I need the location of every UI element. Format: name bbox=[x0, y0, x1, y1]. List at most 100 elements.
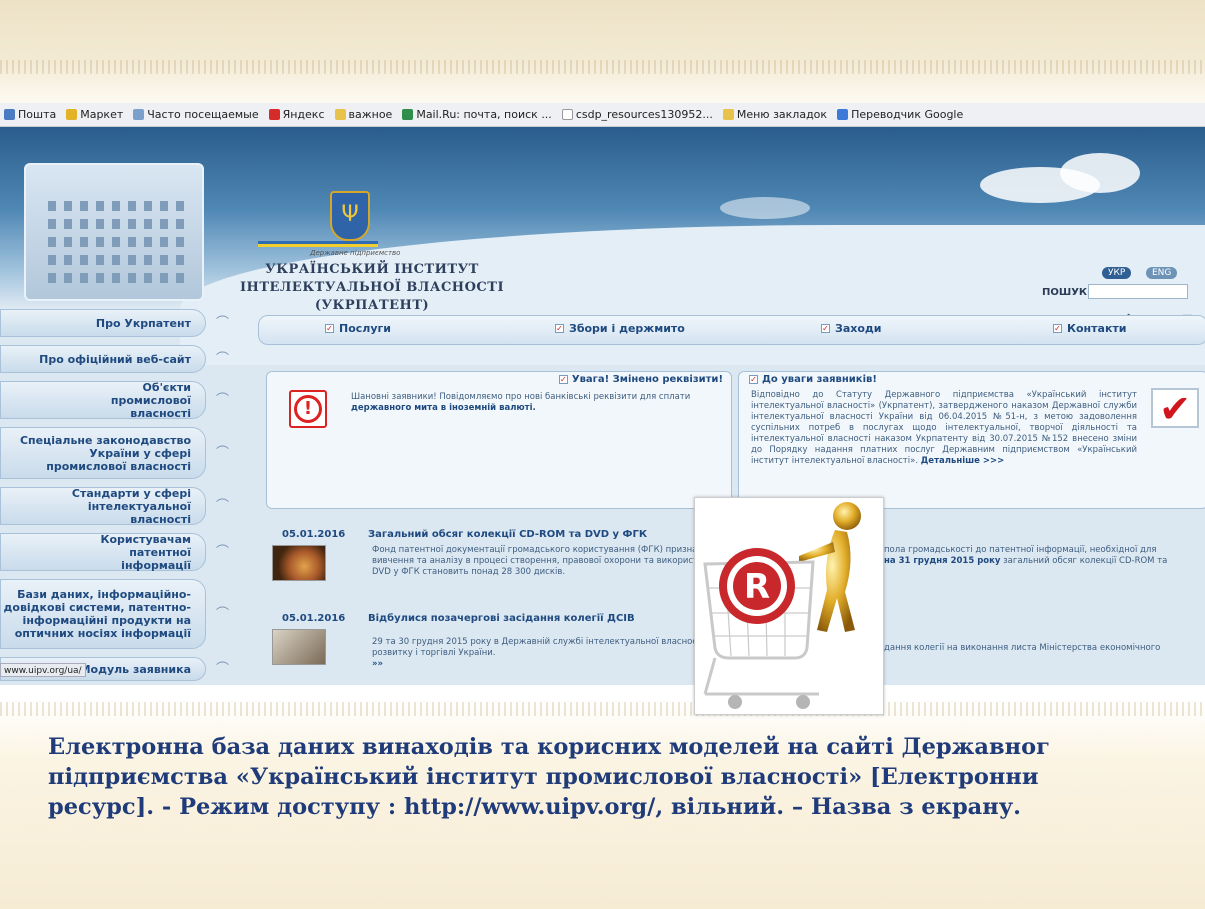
bookmark-item[interactable]: Маркет bbox=[66, 108, 123, 121]
bookmark-item[interactable]: Пошта bbox=[4, 108, 56, 121]
caption-line: підприємства «Український інститут проми… bbox=[48, 764, 1039, 790]
building-window bbox=[64, 273, 72, 283]
building-window bbox=[112, 201, 120, 211]
curl-icon: ⌒ bbox=[215, 661, 229, 677]
check-icon: ✓ bbox=[749, 375, 758, 384]
search-input[interactable] bbox=[1088, 284, 1188, 299]
news-title[interactable]: Відбулися позачергові засідання колегії … bbox=[368, 613, 635, 624]
building-window bbox=[144, 255, 152, 265]
building-window bbox=[64, 219, 72, 229]
building-image bbox=[24, 163, 204, 301]
building-window bbox=[144, 237, 152, 247]
building-window bbox=[160, 219, 168, 229]
flag-stripe bbox=[258, 241, 378, 247]
building-window bbox=[96, 201, 104, 211]
building-window bbox=[112, 273, 120, 283]
cloud-decor bbox=[1060, 153, 1140, 193]
cloud-decor bbox=[720, 197, 810, 219]
alert-text: Шановні заявники! Повідомляємо про нові … bbox=[351, 392, 691, 413]
lang-eng-button[interactable]: ENG bbox=[1146, 267, 1178, 279]
sidebar-item-website[interactable]: Про офіційний веб-сайт ⌒ bbox=[0, 345, 229, 373]
curl-icon: ⌒ bbox=[215, 315, 229, 331]
coat-of-arms-icon: Ψ bbox=[330, 191, 370, 241]
bookmark-item[interactable]: Часто посещаемые bbox=[133, 108, 259, 121]
search-label: ПОШУК bbox=[1042, 287, 1088, 298]
caption-line: Електронна база даних винаходів та корис… bbox=[48, 734, 1050, 760]
building-window bbox=[64, 201, 72, 211]
status-bar-url: www.uipv.org/ua/ bbox=[0, 663, 86, 677]
building-window bbox=[176, 219, 184, 229]
org-line2: ІНТЕЛЕКТУАЛЬНОЇ ВЛАСНОСТІ bbox=[239, 280, 505, 295]
building-window bbox=[48, 219, 56, 229]
org-title[interactable]: УКРАЇНСЬКИЙ ІНСТИТУТ ІНТЕЛЕКТУАЛЬНОЇ ВЛА… bbox=[232, 261, 512, 315]
curl-icon: ⌒ bbox=[215, 544, 229, 560]
building-window bbox=[48, 273, 56, 283]
sidebar-item-legislation[interactable]: Спеціальне законодавство України у сфері… bbox=[0, 427, 229, 479]
sidebar-item-standards[interactable]: Стандарти у сфері інтелектуальної власно… bbox=[0, 487, 229, 526]
check-icon: ✓ bbox=[821, 324, 830, 333]
folder-icon bbox=[334, 109, 346, 120]
curl-icon: ⌒ bbox=[215, 445, 229, 461]
building-window bbox=[144, 219, 152, 229]
bookmark-item[interactable]: Mail.Ru: почта, поиск ... bbox=[402, 108, 552, 121]
notice-panel-title[interactable]: ✓ До уваги заявників! bbox=[749, 374, 877, 385]
notice-panel: ✓ До уваги заявників! Відповідно до Стату… bbox=[738, 371, 1205, 509]
bookmark-item[interactable]: csdp_resources130952... bbox=[561, 108, 713, 121]
building-window bbox=[48, 255, 56, 265]
building-window bbox=[112, 237, 120, 247]
building-window bbox=[64, 237, 72, 247]
check-icon: ✓ bbox=[1053, 324, 1062, 333]
sidebar-item-objects[interactable]: Об'єкти промислової власності ⌒ bbox=[0, 381, 229, 420]
site-header: Ψ Державне підприємство УКРАЇНСЬКИЙ ІНСТ… bbox=[0, 127, 1205, 365]
alert-panel: ✓ Увага! Змінено реквізити! ! Шановні зая… bbox=[266, 371, 732, 509]
notice-text: Відповідно до Статуту Державного підприє… bbox=[751, 390, 1137, 466]
bottom-decor-stripe bbox=[0, 702, 1205, 716]
menu-contacts[interactable]: ✓ Контакти bbox=[1053, 322, 1127, 335]
building-window bbox=[96, 219, 104, 229]
sidebar-item-databases[interactable]: Бази даних, інформаційно-довідкові систе… bbox=[0, 579, 229, 649]
check-icon: ✓ bbox=[558, 375, 568, 384]
menu-fees[interactable]: ✓ Збори і держмито bbox=[555, 322, 685, 335]
bookmark-item[interactable]: Переводчик Google bbox=[837, 108, 963, 121]
bookmark-item[interactable]: Меню закладок bbox=[722, 108, 827, 121]
news-more-link[interactable]: »» bbox=[372, 659, 702, 670]
page-icon bbox=[133, 109, 145, 120]
folder-icon bbox=[722, 109, 734, 120]
org-type: Державне підприємство bbox=[310, 249, 401, 257]
building-window bbox=[80, 201, 88, 211]
curl-icon: ⌒ bbox=[215, 606, 229, 622]
org-line3: (УКРПАТЕНТ) bbox=[314, 298, 430, 313]
building-window bbox=[112, 219, 120, 229]
alert-panel-title[interactable]: ✓ Увага! Змінено реквізити! bbox=[558, 374, 723, 385]
bookmarks-bar: Пошта Маркет Часто посещаемые Яндекс важ… bbox=[0, 103, 1205, 127]
bookmark-item[interactable]: важное bbox=[334, 108, 392, 121]
building-window bbox=[144, 201, 152, 211]
menu-services[interactable]: ✓ Послуги bbox=[325, 322, 391, 335]
cd-thumbnail bbox=[272, 545, 326, 581]
building-window bbox=[176, 255, 184, 265]
page-icon bbox=[561, 109, 573, 120]
building-window bbox=[128, 201, 136, 211]
translate-icon bbox=[837, 109, 849, 120]
news-text: Фонд патентної документації громадського… bbox=[372, 545, 725, 577]
building-window bbox=[160, 255, 168, 265]
curl-icon: ⌒ bbox=[215, 392, 229, 408]
bookmark-item[interactable]: Яндекс bbox=[268, 108, 325, 121]
mail-icon bbox=[4, 109, 15, 120]
more-link[interactable]: Детальніше >>> bbox=[921, 456, 1005, 466]
building-window bbox=[80, 219, 88, 229]
news-title[interactable]: Загальний обсяг колекції CD-ROM та DVD у… bbox=[368, 529, 647, 540]
svg-text:R: R bbox=[744, 567, 770, 607]
org-line1: УКРАЇНСЬКИЙ ІНСТИТУТ bbox=[265, 262, 479, 277]
building-window bbox=[80, 273, 88, 283]
building-window bbox=[128, 273, 136, 283]
checkmark-icon: ✔ bbox=[1151, 388, 1199, 428]
yandex-icon bbox=[268, 109, 280, 120]
news-text: 29 та 30 грудня 2015 року в Державній сл… bbox=[372, 637, 718, 670]
top-menu: ✓ Послуги ✓ Збори і держмито ✓ Заходи ✓ Конт… bbox=[258, 315, 1205, 345]
sidebar-item-patent-info[interactable]: Користувачам патентної інформації ⌒ bbox=[0, 533, 229, 572]
lang-ukr-button[interactable]: УКР bbox=[1102, 267, 1132, 279]
building-window bbox=[176, 237, 184, 247]
menu-events[interactable]: ✓ Заходи bbox=[821, 322, 881, 335]
sidebar-item-about[interactable]: Про Укрпатент ⌒ bbox=[0, 309, 229, 337]
